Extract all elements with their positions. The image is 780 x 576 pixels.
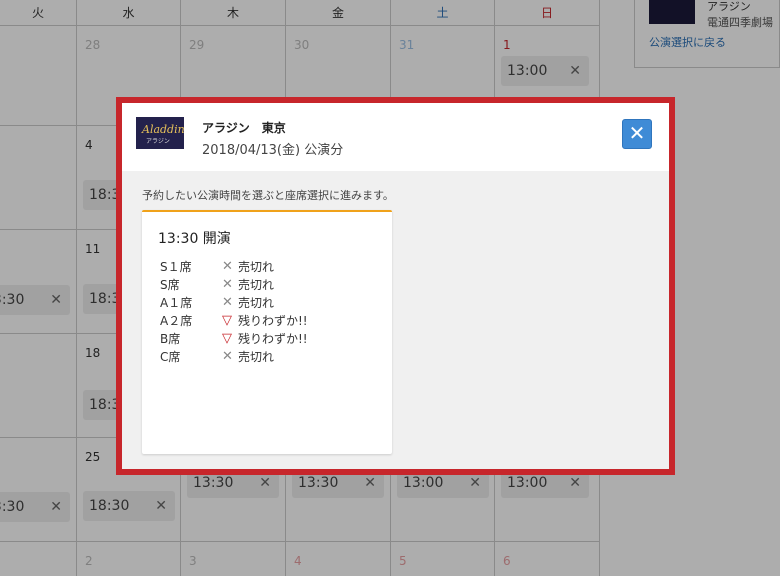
seat-name: S席 — [160, 278, 180, 292]
sold-out-icon: ✕ — [222, 277, 233, 292]
show-thumbnail: Aladdin アラジン — [136, 117, 184, 149]
seat-name: S１席 — [160, 260, 192, 274]
sold-out-icon: ✕ — [222, 349, 233, 364]
seat-name: A２席 — [160, 314, 193, 328]
seat-status: 残りわずか!! — [238, 332, 308, 346]
seat-status: 残りわずか!! — [238, 314, 308, 328]
close-icon: ✕ — [628, 121, 646, 145]
instruction-text: 予約したい公演時間を選ぶと座席選択に進みます。 — [142, 189, 394, 202]
seat-name: B席 — [160, 332, 181, 346]
modal-header: Aladdin アラジン アラジン 東京 2018/04/13(金) 公演分 ✕ — [122, 103, 669, 171]
seat-row: A１席 ✕ 売切れ — [160, 294, 380, 312]
few-left-icon: ▽ — [222, 313, 232, 328]
close-button[interactable]: ✕ — [622, 119, 652, 149]
seat-row: S席 ✕ 売切れ — [160, 276, 380, 294]
seat-status: 売切れ — [238, 350, 275, 364]
seat-name: C席 — [160, 350, 181, 364]
performance-time: 13:30 開演 — [158, 231, 231, 247]
seat-status: 売切れ — [238, 296, 275, 310]
few-left-icon: ▽ — [222, 331, 232, 346]
performance-modal: Aladdin アラジン アラジン 東京 2018/04/13(金) 公演分 ✕… — [116, 97, 675, 475]
seat-row: C席 ✕ 売切れ — [160, 348, 380, 366]
seat-row: A２席 ▽ 残りわずか!! — [160, 312, 380, 330]
seat-status: 売切れ — [238, 278, 275, 292]
seat-status: 売切れ — [238, 260, 275, 274]
seat-name: A１席 — [160, 296, 193, 310]
show-logo-sub: アラジン — [146, 138, 170, 145]
show-date: 2018/04/13(金) 公演分 — [202, 143, 344, 158]
performance-card[interactable]: 13:30 開演 S１席 ✕ 売切れ S席 ✕ 売切れ A１席 ✕ 売切れ A２… — [142, 210, 392, 454]
seat-row: S１席 ✕ 売切れ — [160, 258, 380, 276]
sold-out-icon: ✕ — [222, 295, 233, 310]
sold-out-icon: ✕ — [222, 259, 233, 274]
show-logo: Aladdin — [142, 123, 184, 136]
seat-row: B席 ▽ 残りわずか!! — [160, 330, 380, 348]
show-title: アラジン 東京 — [202, 121, 286, 135]
